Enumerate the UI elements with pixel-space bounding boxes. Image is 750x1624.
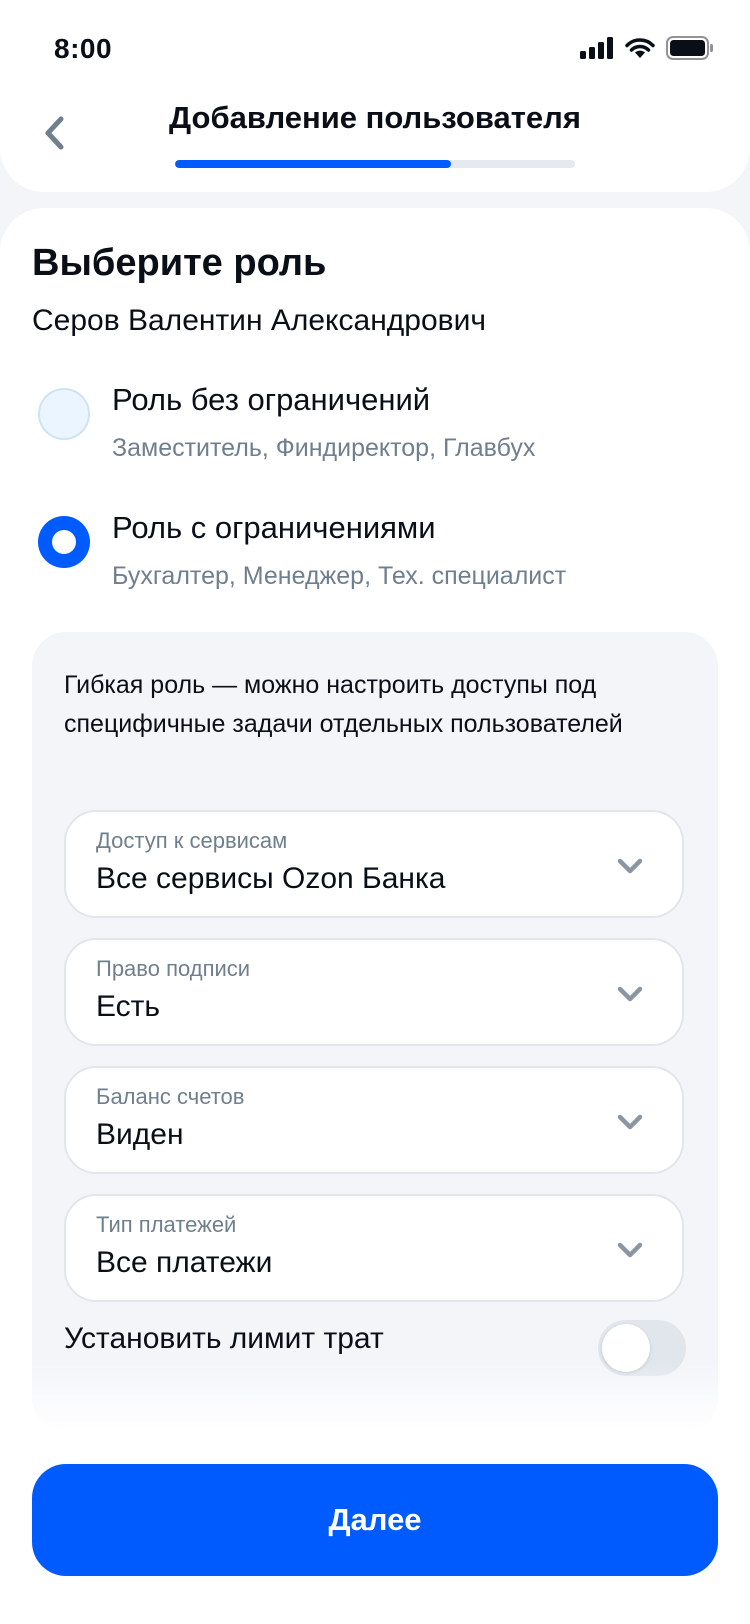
header: 8:00 Добавление пользователя xyxy=(0,0,750,192)
role-title: Роль с ограничениями xyxy=(112,510,436,545)
role-subtitle: Заместитель, Финдиректор, Главбух xyxy=(112,434,536,462)
role-option-unrestricted[interactable]: Роль без ограничений Заместитель, Финдир… xyxy=(32,378,722,478)
wifi-icon xyxy=(625,38,655,58)
chevron-down-icon xyxy=(617,1242,643,1258)
spending-limit-toggle[interactable] xyxy=(598,1320,686,1376)
radio-unselected[interactable] xyxy=(38,388,90,440)
user-name: Серов Валентин Александрович xyxy=(32,304,486,337)
signal-icon xyxy=(580,37,613,59)
services-access-select[interactable]: Доступ к сервисам Все сервисы Ozon Банка xyxy=(64,810,684,918)
role-option-restricted[interactable]: Роль с ограничениями Бухгалтер, Менеджер… xyxy=(32,506,722,606)
account-balance-select[interactable]: Баланс счетов Виден xyxy=(64,1066,684,1174)
status-icons xyxy=(580,36,714,60)
field-label: Тип платежей xyxy=(96,1212,237,1237)
progress-bar xyxy=(175,160,575,168)
battery-icon xyxy=(666,36,713,60)
field-label: Право подписи xyxy=(96,956,251,981)
field-value: Все сервисы Ozon Банка xyxy=(96,862,446,895)
progress-fill xyxy=(175,160,451,168)
chevron-down-icon xyxy=(617,986,643,1002)
next-button[interactable]: Далее xyxy=(32,1464,718,1576)
radio-selected[interactable] xyxy=(38,516,90,568)
signing-right-select[interactable]: Право подписи Есть xyxy=(64,938,684,1046)
role-subtitle: Бухгалтер, Менеджер, Тех. специалист xyxy=(112,562,567,590)
field-label: Баланс счетов xyxy=(96,1084,245,1109)
payment-type-select[interactable]: Тип платежей Все платежи xyxy=(64,1194,684,1302)
content-card: Выберите роль Серов Валентин Александров… xyxy=(0,208,750,1624)
field-value: Все платежи xyxy=(96,1246,273,1279)
page-header-title: Добавление пользователя xyxy=(169,100,581,135)
field-value: Виден xyxy=(96,1118,184,1151)
status-bar: 8:00 xyxy=(0,0,750,90)
status-time: 8:00 xyxy=(54,33,113,64)
chevron-down-icon xyxy=(617,858,643,874)
chevron-down-icon xyxy=(617,1114,643,1130)
spending-limit-label: Установить лимит трат xyxy=(64,1322,384,1355)
toggle-knob xyxy=(602,1324,650,1372)
field-label: Доступ к сервисам xyxy=(96,828,288,853)
panel-description: Гибкая роль — можно настроить доступы по… xyxy=(64,671,623,738)
field-value: Есть xyxy=(96,990,161,1023)
restricted-role-settings-panel: Гибкая роль — можно настроить доступы по… xyxy=(32,632,718,1432)
page-title: Выберите роль xyxy=(32,242,327,284)
role-title: Роль без ограничений xyxy=(112,382,431,417)
